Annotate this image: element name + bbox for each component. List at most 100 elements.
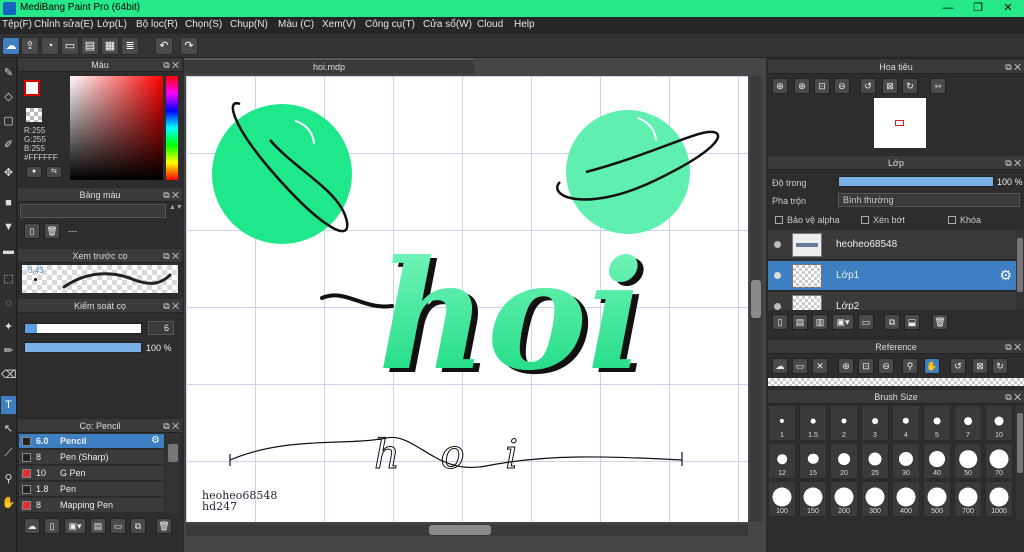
menu-cloud[interactable]: Cloud bbox=[477, 19, 503, 30]
delete-layer-icon[interactable]: 🗑 bbox=[932, 314, 948, 330]
menu-window[interactable]: Cửa sổ(W) bbox=[423, 19, 472, 30]
layer-row-lop1[interactable]: Lớp1 ⚙ bbox=[768, 261, 1016, 291]
brush-size-option[interactable]: 1.5 bbox=[799, 405, 827, 441]
brush-tool-icon[interactable]: ✎ bbox=[1, 64, 16, 82]
brush-size-option[interactable]: 50 bbox=[954, 443, 982, 479]
protect-alpha-checkbox[interactable] bbox=[775, 216, 783, 224]
zoom-out-icon[interactable]: ⊖ bbox=[878, 358, 894, 374]
menu-file[interactable]: Tệp(F) bbox=[2, 19, 32, 30]
menu-filter[interactable]: Bộ lọc(R) bbox=[136, 19, 178, 30]
menu-tools[interactable]: Công cụ(T) bbox=[365, 19, 415, 30]
rotate-reset-icon[interactable]: ⊠ bbox=[882, 78, 898, 94]
close-reference-icon[interactable]: ✕ bbox=[812, 358, 828, 374]
eye-icon[interactable] bbox=[774, 303, 781, 310]
brush-size-option[interactable]: 1000 bbox=[985, 481, 1013, 517]
zoom-in-icon[interactable]: ⊕ bbox=[838, 358, 854, 374]
palette-scroll-icon[interactable]: ▲▼ bbox=[169, 204, 183, 218]
magic-wand-icon[interactable]: ✦ bbox=[1, 318, 16, 336]
brush-item-g-pen[interactable]: 10 G Pen bbox=[19, 466, 164, 481]
eraser-tool-icon[interactable]: ◇ bbox=[1, 88, 16, 106]
grid-icon[interactable]: ▦ bbox=[101, 37, 119, 55]
menu-select[interactable]: Chọn(S) bbox=[185, 19, 222, 30]
brush-size-option[interactable]: 300 bbox=[861, 481, 889, 517]
new-layer-icon[interactable]: ▯ bbox=[772, 314, 788, 330]
new-1bit-layer-icon[interactable]: ▥ bbox=[812, 314, 828, 330]
clipping-checkbox[interactable] bbox=[861, 216, 869, 224]
shape-tool-icon[interactable]: ■ bbox=[1, 194, 16, 212]
select-eraser-icon[interactable]: ⌫ bbox=[1, 366, 17, 384]
brush-size-slider[interactable] bbox=[24, 323, 142, 334]
gradient-tool-icon[interactable]: ▬ bbox=[1, 242, 16, 260]
panel-float-close-icon[interactable]: ⧉ ✕ bbox=[1005, 156, 1021, 170]
pen-tool-icon[interactable]: ✐ bbox=[1, 136, 16, 154]
select-tool-icon[interactable]: ⬚ bbox=[1, 270, 16, 288]
drawing-canvas[interactable]: hoi hoi h o i heoheo68548 hd247 bbox=[186, 76, 748, 522]
panel-float-close-icon[interactable]: ⧉ ✕ bbox=[1005, 390, 1021, 404]
brush-size-option[interactable]: 500 bbox=[923, 481, 951, 517]
menu-color[interactable]: Màu (C) bbox=[278, 19, 314, 30]
add-layer-dropdown-icon[interactable]: ▣▾ bbox=[832, 314, 854, 330]
saturation-value-picker[interactable] bbox=[70, 76, 163, 180]
brush-item-mapping-pen[interactable]: 8 Mapping Pen bbox=[19, 498, 164, 513]
navigator-preview[interactable] bbox=[874, 98, 926, 148]
speech-bubble-icon[interactable]: ▭ bbox=[61, 37, 79, 55]
brush-size-option[interactable]: 40 bbox=[923, 443, 951, 479]
add-brush-dropdown-icon[interactable]: ▣▾ bbox=[64, 518, 86, 534]
cloud-brush-icon[interactable]: ☁ bbox=[24, 518, 40, 534]
menu-layer[interactable]: Lớp(L) bbox=[97, 19, 127, 30]
reference-image-area[interactable] bbox=[768, 378, 1024, 386]
layer-list-scroll-thumb[interactable] bbox=[1017, 238, 1023, 292]
brush-size-scrollbar[interactable] bbox=[1016, 405, 1024, 521]
brush-size-option[interactable]: 10 bbox=[985, 405, 1013, 441]
brush-size-option[interactable]: 15 bbox=[799, 443, 827, 479]
transparent-swatch[interactable] bbox=[26, 108, 42, 122]
eyedropper-icon[interactable]: ⚲ bbox=[902, 358, 918, 374]
brush-item-pen-sharp[interactable]: 8 Pen (Sharp) bbox=[19, 450, 164, 465]
fit-screen-icon[interactable]: ⊡ bbox=[858, 358, 874, 374]
panel-float-close-icon[interactable]: ⧉ ✕ bbox=[1005, 340, 1021, 354]
panel-float-close-icon[interactable]: ⧉ ✕ bbox=[163, 188, 179, 202]
cloud-icon[interactable]: ☁ bbox=[2, 37, 20, 55]
eye-icon[interactable] bbox=[774, 272, 781, 279]
brush-size-option[interactable]: 700 bbox=[954, 481, 982, 517]
panel-float-close-icon[interactable]: ⧉ ✕ bbox=[163, 299, 179, 313]
brush-size-option[interactable]: 200 bbox=[830, 481, 858, 517]
gear-icon[interactable]: ⚙ bbox=[151, 435, 160, 446]
panel-float-close-icon[interactable]: ⧉ ✕ bbox=[1005, 60, 1021, 74]
menu-view[interactable]: Xem(V) bbox=[322, 19, 356, 30]
panel-float-close-icon[interactable]: ⧉ ✕ bbox=[163, 249, 179, 263]
brush-size-option[interactable]: 12 bbox=[768, 443, 796, 479]
color-mode-icon[interactable]: ● bbox=[26, 166, 42, 178]
zoom-in-icon[interactable]: ⊕ bbox=[772, 78, 788, 94]
navigator-viewport[interactable] bbox=[895, 120, 904, 126]
canvas-horizontal-scrollbar[interactable] bbox=[186, 524, 748, 536]
merge-layer-icon[interactable]: ⬓ bbox=[904, 314, 920, 330]
brush-size-option[interactable]: 100 bbox=[768, 481, 796, 517]
fit-screen-icon[interactable]: ⊡ bbox=[814, 78, 830, 94]
canvas-vertical-scrollbar[interactable] bbox=[750, 76, 762, 522]
layer-folder-icon[interactable]: ▭ bbox=[858, 314, 874, 330]
brush-list-scrollbar[interactable] bbox=[166, 434, 180, 514]
fill-tool-icon[interactable]: ▼ bbox=[1, 218, 16, 236]
layer-list-scrollbar[interactable] bbox=[1016, 230, 1024, 310]
rotate-left-icon[interactable]: ↺ bbox=[860, 78, 876, 94]
hand-icon[interactable]: ✋ bbox=[924, 358, 940, 374]
brush-size-option[interactable]: 3 bbox=[861, 405, 889, 441]
canvas-vertical-thumb[interactable] bbox=[751, 280, 761, 318]
brush-size-option[interactable]: 1 bbox=[768, 405, 796, 441]
brush-size-scroll-thumb[interactable] bbox=[1017, 413, 1023, 473]
brush-opacity-slider[interactable] bbox=[24, 342, 142, 353]
brush-size-field[interactable]: 6 bbox=[148, 321, 174, 335]
brush-size-option[interactable]: 4 bbox=[892, 405, 920, 441]
brush-size-option[interactable]: 5 bbox=[923, 405, 951, 441]
menu-capture[interactable]: Chụp(N) bbox=[230, 19, 268, 30]
new-8bit-layer-icon[interactable]: ▤ bbox=[792, 314, 808, 330]
hand-tool-icon[interactable]: ✋ bbox=[1, 494, 16, 512]
lock-checkbox[interactable] bbox=[948, 216, 956, 224]
flip-horizontal-icon[interactable]: ⇿ bbox=[930, 78, 946, 94]
menu-edit[interactable]: Chỉnh sửa(E) bbox=[34, 19, 94, 30]
upload-icon[interactable]: ⇪ bbox=[21, 37, 39, 55]
brush-size-option[interactable]: 150 bbox=[799, 481, 827, 517]
layer-row-lop2[interactable]: Lớp2 bbox=[768, 292, 1016, 310]
menu-help[interactable]: Help bbox=[514, 19, 535, 30]
